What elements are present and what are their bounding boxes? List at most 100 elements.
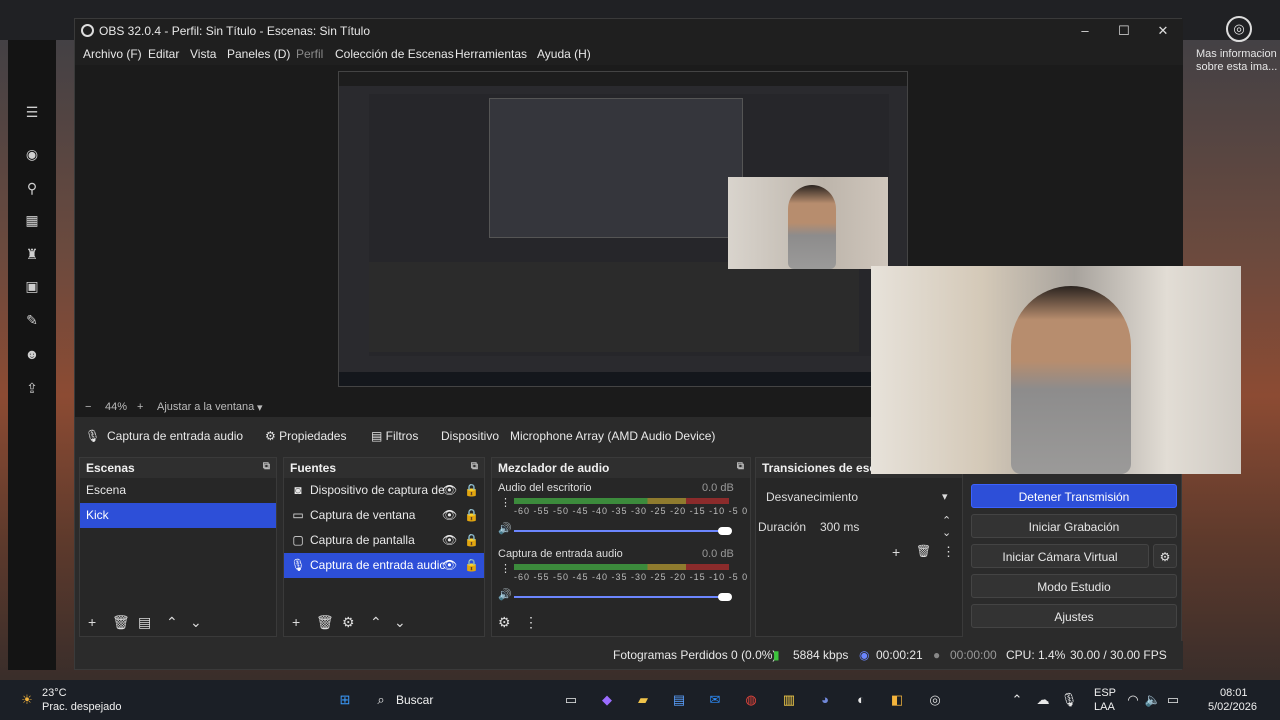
- keyboard-layout[interactable]: LAA: [1094, 701, 1115, 713]
- stop-streaming-button[interactable]: Detener Transmisión: [971, 484, 1177, 508]
- move-down-icon[interactable]: ⌄: [190, 614, 202, 631]
- discord-icon[interactable]: ◕: [814, 690, 836, 710]
- file-explorer-icon[interactable]: ▭: [560, 690, 582, 710]
- move-down-icon[interactable]: ⌄: [394, 614, 406, 631]
- lock-icon[interactable]: 🔒: [464, 478, 479, 503]
- clock-date[interactable]: 5/02/2026: [1208, 701, 1257, 713]
- undock-icon[interactable]: ⧉: [263, 461, 270, 472]
- start-virtual-camera-button[interactable]: Iniciar Cámara Virtual: [971, 544, 1149, 568]
- clock-time[interactable]: 08:01: [1220, 687, 1248, 699]
- obs-taskbar-icon[interactable]: ◎: [924, 690, 946, 710]
- menu-icon[interactable]: ☰: [22, 102, 42, 122]
- eye-icon[interactable]: 👁: [442, 478, 457, 503]
- zoom-in-button[interactable]: +: [137, 401, 143, 413]
- kebab-menu-icon[interactable]: ⋮: [524, 614, 538, 631]
- eye-icon[interactable]: 👁: [442, 528, 457, 553]
- chevron-up-icon[interactable]: ⌃: [1006, 690, 1028, 710]
- volume-slider[interactable]: [514, 530, 729, 532]
- eye-icon[interactable]: 👁: [442, 503, 457, 528]
- menu-tools[interactable]: Herramientas: [455, 47, 527, 61]
- lock-icon[interactable]: 🔒: [464, 528, 479, 553]
- microphone-icon[interactable]: 🎙: [1058, 690, 1080, 710]
- mail-icon[interactable]: ✉: [704, 690, 726, 710]
- duration-input[interactable]: 300 ms: [820, 520, 859, 534]
- speaker-icon[interactable]: 🔊: [498, 522, 512, 535]
- volume-slider[interactable]: [514, 596, 729, 598]
- move-up-icon[interactable]: ⌃: [166, 614, 178, 631]
- calendar-icon[interactable]: ▣: [22, 276, 42, 296]
- undock-icon[interactable]: ⧉: [737, 461, 744, 472]
- wifi-icon[interactable]: ◠: [1122, 690, 1144, 710]
- link-icon[interactable]: ⚲: [22, 178, 42, 198]
- broadcast-icon[interactable]: ◉: [22, 144, 42, 164]
- folder-icon[interactable]: ▰: [632, 690, 654, 710]
- volume-slider-handle[interactable]: [718, 527, 732, 535]
- store-icon[interactable]: ▤: [668, 690, 690, 710]
- start-icon[interactable]: ⊞: [334, 690, 356, 710]
- notes-icon[interactable]: ▥: [778, 690, 800, 710]
- chevron-down-icon[interactable]: ▾: [942, 490, 948, 503]
- menu-profile[interactable]: Perfil: [296, 47, 323, 61]
- advanced-audio-icon[interactable]: ⚙: [498, 614, 511, 631]
- volume-icon[interactable]: 🔈: [1142, 690, 1164, 710]
- chevron-down-icon[interactable]: ▾: [257, 401, 263, 414]
- wrench-icon[interactable]: ✎: [22, 310, 42, 330]
- close-button[interactable]: ✕: [1145, 21, 1181, 41]
- menu-edit[interactable]: Editar: [148, 47, 179, 61]
- kebab-menu-icon[interactable]: ⋮: [500, 496, 511, 509]
- trash-icon[interactable]: 🗑: [316, 614, 334, 631]
- filter-icon[interactable]: ▤: [138, 614, 151, 631]
- scene-item[interactable]: Escena: [80, 478, 276, 503]
- move-up-icon[interactable]: ⌃: [370, 614, 382, 631]
- gear-icon[interactable]: ⚙: [1153, 544, 1177, 568]
- studio-mode-button[interactable]: Modo Estudio: [971, 574, 1177, 598]
- filters-button[interactable]: ▤ Filtros: [367, 425, 422, 447]
- speaker-icon[interactable]: 🔊: [498, 588, 512, 601]
- maximize-button[interactable]: ☐: [1106, 21, 1142, 41]
- add-icon[interactable]: +: [892, 544, 900, 560]
- minimize-button[interactable]: –: [1067, 21, 1103, 41]
- language-code[interactable]: ESP: [1094, 687, 1116, 699]
- menu-view[interactable]: Vista: [190, 47, 216, 61]
- source-item[interactable]: ▢ Captura de pantalla 👁 🔒: [284, 528, 484, 553]
- copilot-icon[interactable]: ◆: [596, 690, 618, 710]
- upload-icon[interactable]: ⇪: [22, 378, 42, 398]
- spin-down-icon[interactable]: ⌄: [942, 526, 951, 539]
- menu-file[interactable]: Archivo (F): [83, 47, 142, 61]
- source-item[interactable]: ◙ Dispositivo de captura de 👁 🔒: [284, 478, 484, 503]
- source-item[interactable]: ▭ Captura de ventana 👁 🔒: [284, 503, 484, 528]
- lock-icon[interactable]: 🔒: [464, 553, 479, 578]
- eye-icon[interactable]: 👁: [442, 553, 457, 578]
- undock-icon[interactable]: ⧉: [471, 461, 478, 472]
- trophy-icon[interactable]: ♜: [22, 244, 42, 264]
- zoom-out-button[interactable]: −: [85, 401, 91, 413]
- search-box[interactable]: Buscar: [396, 693, 433, 707]
- zoom-fit-select[interactable]: Ajustar a la ventana: [157, 401, 254, 413]
- kebab-menu-icon[interactable]: ⋮: [942, 544, 955, 560]
- transition-select[interactable]: Desvanecimiento ▾: [756, 482, 962, 512]
- cloud-icon[interactable]: ☁: [1032, 690, 1054, 710]
- lock-icon[interactable]: 🔒: [464, 503, 479, 528]
- trash-icon[interactable]: 🗑: [112, 614, 130, 631]
- settings-button[interactable]: Ajustes: [971, 604, 1177, 628]
- start-recording-button[interactable]: Iniciar Grabación: [971, 514, 1177, 538]
- add-icon[interactable]: +: [88, 614, 96, 630]
- menu-scene-collection[interactable]: Colección de Escenas: [335, 47, 454, 61]
- menu-docks[interactable]: Paneles (D): [227, 47, 290, 61]
- menu-help[interactable]: Ayuda (H): [537, 47, 591, 61]
- capcut-icon[interactable]: ◐: [850, 690, 872, 710]
- users-icon[interactable]: ☻: [22, 344, 42, 364]
- device-select[interactable]: Microphone Array (AMD Audio Device): [510, 429, 715, 443]
- chrome-icon[interactable]: ◍: [740, 690, 762, 710]
- kebab-menu-icon[interactable]: ⋮: [500, 562, 511, 575]
- gear-icon[interactable]: ⚙: [342, 614, 355, 631]
- search-icon[interactable]: ⌕: [370, 690, 392, 710]
- chart-icon[interactable]: ▦: [22, 210, 42, 230]
- app-icon[interactable]: ◧: [886, 690, 908, 710]
- scene-item-selected[interactable]: Kick: [80, 503, 276, 528]
- image-info-note[interactable]: ◎ Mas informacion sobre esta ima...: [1196, 10, 1280, 74]
- volume-slider-handle[interactable]: [718, 593, 732, 601]
- source-item-selected[interactable]: 🎙 Captura de entrada audic 👁 🔒: [284, 553, 484, 578]
- properties-button[interactable]: ⚙ Propiedades: [261, 425, 350, 447]
- weather-icon[interactable]: ☀: [16, 690, 38, 710]
